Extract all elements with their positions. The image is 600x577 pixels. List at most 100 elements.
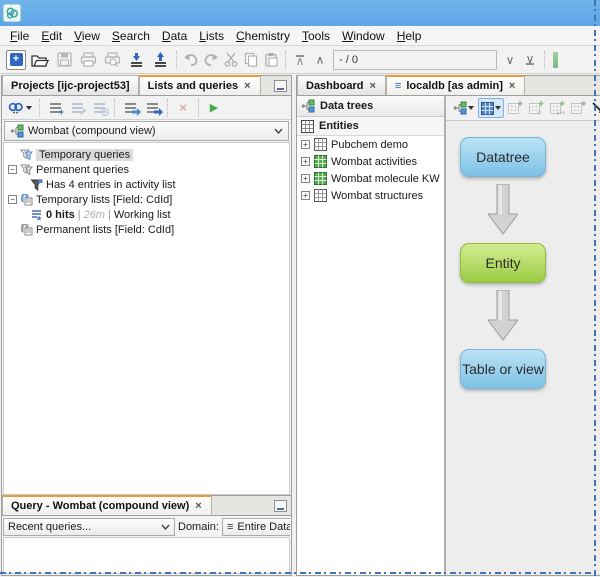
new-entity-button[interactable]: [478, 98, 504, 118]
new-datatree-button[interactable]: [451, 98, 476, 118]
expand-icon[interactable]: +: [301, 174, 310, 183]
new-chemical-entity-button[interactable]: ct: [527, 98, 546, 118]
expand-icon[interactable]: +: [301, 140, 310, 149]
tree-row-temporary-lists[interactable]: − Temporary lists [Field: CdId]: [4, 192, 289, 207]
domain-label: Domain:: [178, 521, 219, 533]
menu-data[interactable]: Data: [156, 27, 193, 45]
toolbar-separator: [167, 99, 168, 117]
entities-header[interactable]: Entities: [297, 117, 444, 136]
export-button[interactable]: [148, 49, 172, 71]
table-dot-icon: [571, 101, 586, 115]
toolbar-separator: [114, 99, 115, 117]
close-icon[interactable]: ×: [243, 80, 251, 92]
recent-queries-combo[interactable]: Recent queries...: [3, 518, 175, 536]
expand-icon[interactable]: +: [301, 157, 310, 166]
print-preview-button[interactable]: [100, 49, 124, 71]
entity-row-wombat-molecule-kw[interactable]: + Wombat molecule KW: [297, 170, 444, 187]
tree-row-query-item[interactable]: Has 4 entries in activity list: [4, 177, 289, 192]
entity-row-wombat-structures[interactable]: + Wombat structures: [297, 187, 444, 204]
collapse-icon[interactable]: −: [8, 165, 17, 174]
redo-button[interactable]: [201, 49, 221, 71]
undo-button[interactable]: [181, 49, 201, 71]
copy-button[interactable]: [241, 49, 261, 71]
table-plus-ab-icon: a+b: [550, 101, 565, 115]
menu-view[interactable]: View: [68, 27, 106, 45]
move-to-list-button[interactable]: [141, 98, 163, 118]
separator: |: [78, 209, 81, 221]
table-gray-icon: [314, 138, 327, 151]
data-trees-header[interactable]: Data trees: [297, 96, 444, 117]
print-button[interactable]: [76, 49, 100, 71]
tree-row-permanent-queries[interactable]: − Permanent queries: [4, 162, 289, 177]
run-query-button[interactable]: ▶: [203, 98, 225, 118]
paste-button[interactable]: [261, 49, 281, 71]
last-row-button[interactable]: ∨: [520, 49, 540, 71]
menu-tools[interactable]: Tools: [296, 27, 336, 45]
menu-chemistry[interactable]: Chemistry: [230, 27, 296, 45]
redo-icon: [203, 53, 219, 67]
next-row-button[interactable]: ∨: [500, 49, 520, 71]
working-list-age: 26m: [84, 209, 105, 221]
new-reaction-entity-button[interactable]: a+b: [548, 98, 567, 118]
tab-projects[interactable]: Projects [ijc-project53]: [2, 75, 139, 95]
tab-lists-and-queries-label: Lists and queries: [148, 80, 238, 92]
minimize-window-icon[interactable]: [274, 500, 287, 512]
previous-row-button[interactable]: ∧: [310, 49, 330, 71]
query-editor-area[interactable]: [3, 537, 290, 574]
lists-and-queries-window: Projects [ijc-project53] Lists and queri…: [1, 75, 292, 576]
tree-row-permanent-lists[interactable]: Permanent lists [Field: CdId]: [4, 222, 289, 237]
entity-row-wombat-activities[interactable]: + Wombat activities: [297, 153, 444, 170]
row-counter-field[interactable]: - / 0: [333, 50, 497, 70]
next-row-icon: ∨: [506, 53, 515, 67]
import-button[interactable]: [124, 49, 148, 71]
first-row-button[interactable]: ∧: [290, 49, 310, 71]
close-icon[interactable]: ×: [194, 500, 202, 512]
recent-queries-value: Recent queries...: [8, 521, 91, 533]
lists-folder-icon: [20, 224, 33, 236]
main-toolbar: +: [0, 46, 600, 74]
menu-file[interactable]: File: [4, 27, 35, 45]
query-builder-button[interactable]: [5, 98, 35, 118]
menu-edit[interactable]: Edit: [35, 27, 68, 45]
delete-list-button[interactable]: ×: [172, 98, 194, 118]
new-button[interactable]: +: [4, 49, 28, 71]
save-button[interactable]: [52, 49, 76, 71]
tree-label: Permanent lists [Field: CdId]: [36, 224, 174, 236]
tab-query-wombat[interactable]: Query - Wombat (compound view) ×: [2, 495, 212, 515]
menu-search[interactable]: Search: [106, 27, 156, 45]
tree-row-temporary-queries[interactable]: Temporary queries: [4, 147, 289, 162]
application-window: File Edit View Search Data Lists Chemist…: [0, 0, 600, 577]
cut-button[interactable]: [221, 49, 241, 71]
domain-combo[interactable]: ≡ Entire Database: [222, 518, 290, 536]
toolbar-separator: [285, 51, 286, 69]
minimize-window-icon[interactable]: [274, 80, 287, 92]
menu-help[interactable]: Help: [391, 27, 428, 45]
close-icon[interactable]: ×: [508, 80, 516, 92]
datatree-selector[interactable]: Wombat (compound view): [4, 121, 289, 141]
menu-window[interactable]: Window: [336, 27, 391, 45]
tab-lists-and-queries[interactable]: Lists and queries ×: [139, 75, 261, 95]
tree-row-working-list[interactable]: 0 hits | 26m | Working list: [4, 207, 289, 222]
promote-entity-button[interactable]: [569, 98, 588, 118]
tab-localdb[interactable]: ≡ localdb [as admin] ×: [386, 75, 525, 95]
collapse-icon[interactable]: −: [8, 195, 17, 204]
close-icon[interactable]: ×: [368, 80, 376, 92]
entity-row-pubchem[interactable]: + Pubchem demo: [297, 136, 444, 153]
datatree-icon: [453, 101, 467, 115]
table-plus-icon: [508, 101, 523, 115]
list-star-icon: [30, 209, 43, 221]
entity-label: Wombat molecule KW: [331, 173, 440, 185]
open-button[interactable]: [28, 49, 52, 71]
toolbar-separator: [198, 99, 199, 117]
manage-list-button[interactable]: [88, 98, 110, 118]
expand-icon[interactable]: +: [301, 191, 310, 200]
copy-to-list-button[interactable]: [119, 98, 141, 118]
tab-dashboard[interactable]: Dashboard ×: [297, 75, 386, 95]
new-standard-entity-button[interactable]: [506, 98, 525, 118]
table-plus-ct-icon: ct: [529, 101, 544, 115]
table-green-icon: [314, 172, 327, 185]
menu-lists[interactable]: Lists: [193, 27, 230, 45]
new-list-button[interactable]: +: [44, 98, 66, 118]
schema-editor-window: Dashboard × ≡ localdb [as admin] ×: [296, 75, 600, 576]
edit-list-button[interactable]: [66, 98, 88, 118]
